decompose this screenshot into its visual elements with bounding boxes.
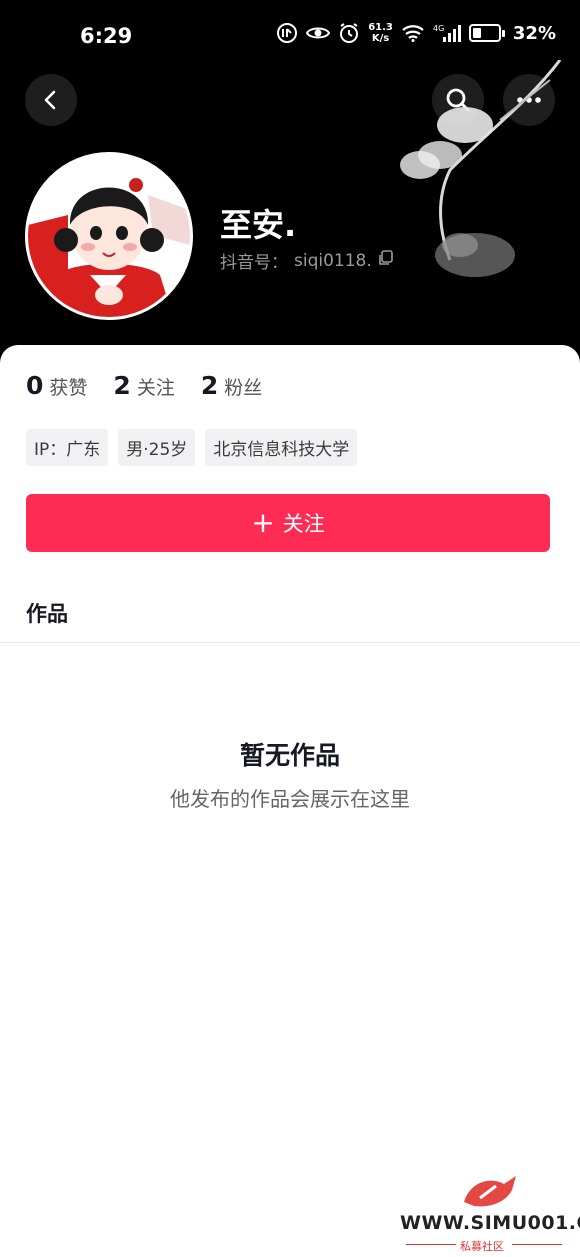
stat-likes[interactable]: 0 获赞 xyxy=(26,371,87,400)
eye-icon xyxy=(306,24,331,42)
avatar-illustration xyxy=(28,155,190,317)
battery-icon xyxy=(468,24,505,42)
back-button[interactable] xyxy=(25,74,77,126)
stat-number: 2 xyxy=(113,371,131,400)
tag-ip-location: IP：广东 xyxy=(26,429,109,466)
stat-number: 0 xyxy=(26,371,44,400)
profile-content: 0 获赞 2 关注 2 粉丝 IP：广东 男·25岁 北京信息科技大学 + 关注… xyxy=(0,345,580,1257)
net-speed: 61.3 K/s xyxy=(368,22,393,44)
nfc-icon xyxy=(276,22,298,44)
tag-school[interactable]: 北京信息科技大学 xyxy=(205,429,358,466)
battery-fill xyxy=(472,28,481,38)
empty-state-title: 暂无作品 xyxy=(239,741,340,770)
stat-number: 2 xyxy=(200,371,219,400)
account-id-label: 抖音号： xyxy=(220,253,288,273)
back-arrow-icon xyxy=(44,90,56,110)
stat-following[interactable]: 2 关注 xyxy=(113,371,174,400)
stat-label: 关注 xyxy=(136,377,175,399)
divider xyxy=(0,642,580,643)
account-id-row: 抖音号： siqi0118. xyxy=(220,248,394,273)
tab-works[interactable]: 作品 xyxy=(26,598,68,628)
stat-label: 获赞 xyxy=(49,377,88,399)
watermark-line-right xyxy=(512,1244,562,1245)
profile-stats: 0 获赞 2 关注 2 粉丝 xyxy=(26,371,262,400)
wifi-icon xyxy=(401,24,425,42)
alarm-icon xyxy=(338,22,360,44)
stat-followers[interactable]: 2 粉丝 xyxy=(201,371,262,400)
watermark-logo-icon xyxy=(464,1176,516,1207)
copy-icon[interactable] xyxy=(378,250,394,271)
avatar[interactable] xyxy=(25,152,193,320)
tag-gender-age: 男·25岁 xyxy=(118,429,196,466)
signal-icon: 4G xyxy=(433,23,461,43)
empty-state-subtitle: 他发布的作品会展示在这里 xyxy=(170,787,410,811)
watermark-subtext: 私募社区 xyxy=(460,1240,504,1253)
watermark-text: WWW.SIMU001.CN xyxy=(400,1212,580,1234)
profile-tags: IP：广东 男·25岁 北京信息科技大学 xyxy=(26,429,358,466)
follow-button-label: 关注 xyxy=(282,512,325,536)
net-speed-value: 61.3 xyxy=(368,22,393,33)
status-icons: 61.3 K/s 4G 32% xyxy=(276,22,556,44)
plus-icon: + xyxy=(251,506,275,539)
watermark-line-left xyxy=(406,1244,456,1245)
account-id-value: siqi0118. xyxy=(294,250,372,271)
header-background-art xyxy=(400,60,562,277)
network-label: 4G xyxy=(433,24,444,33)
watermark: WWW.SIMU001.CN 私募社区 xyxy=(400,1172,580,1253)
status-time: 6:29 xyxy=(80,24,133,48)
profile-nickname: 至安. xyxy=(220,206,297,244)
battery-percent: 32% xyxy=(512,22,556,44)
profile-header: 6:29 61.3 K/s 4G 32% 至安. 抖音号： siqi0118. xyxy=(0,0,580,380)
follow-button[interactable]: + 关注 xyxy=(26,494,550,552)
stat-label: 粉丝 xyxy=(224,377,263,399)
net-speed-unit: K/s xyxy=(371,33,390,44)
